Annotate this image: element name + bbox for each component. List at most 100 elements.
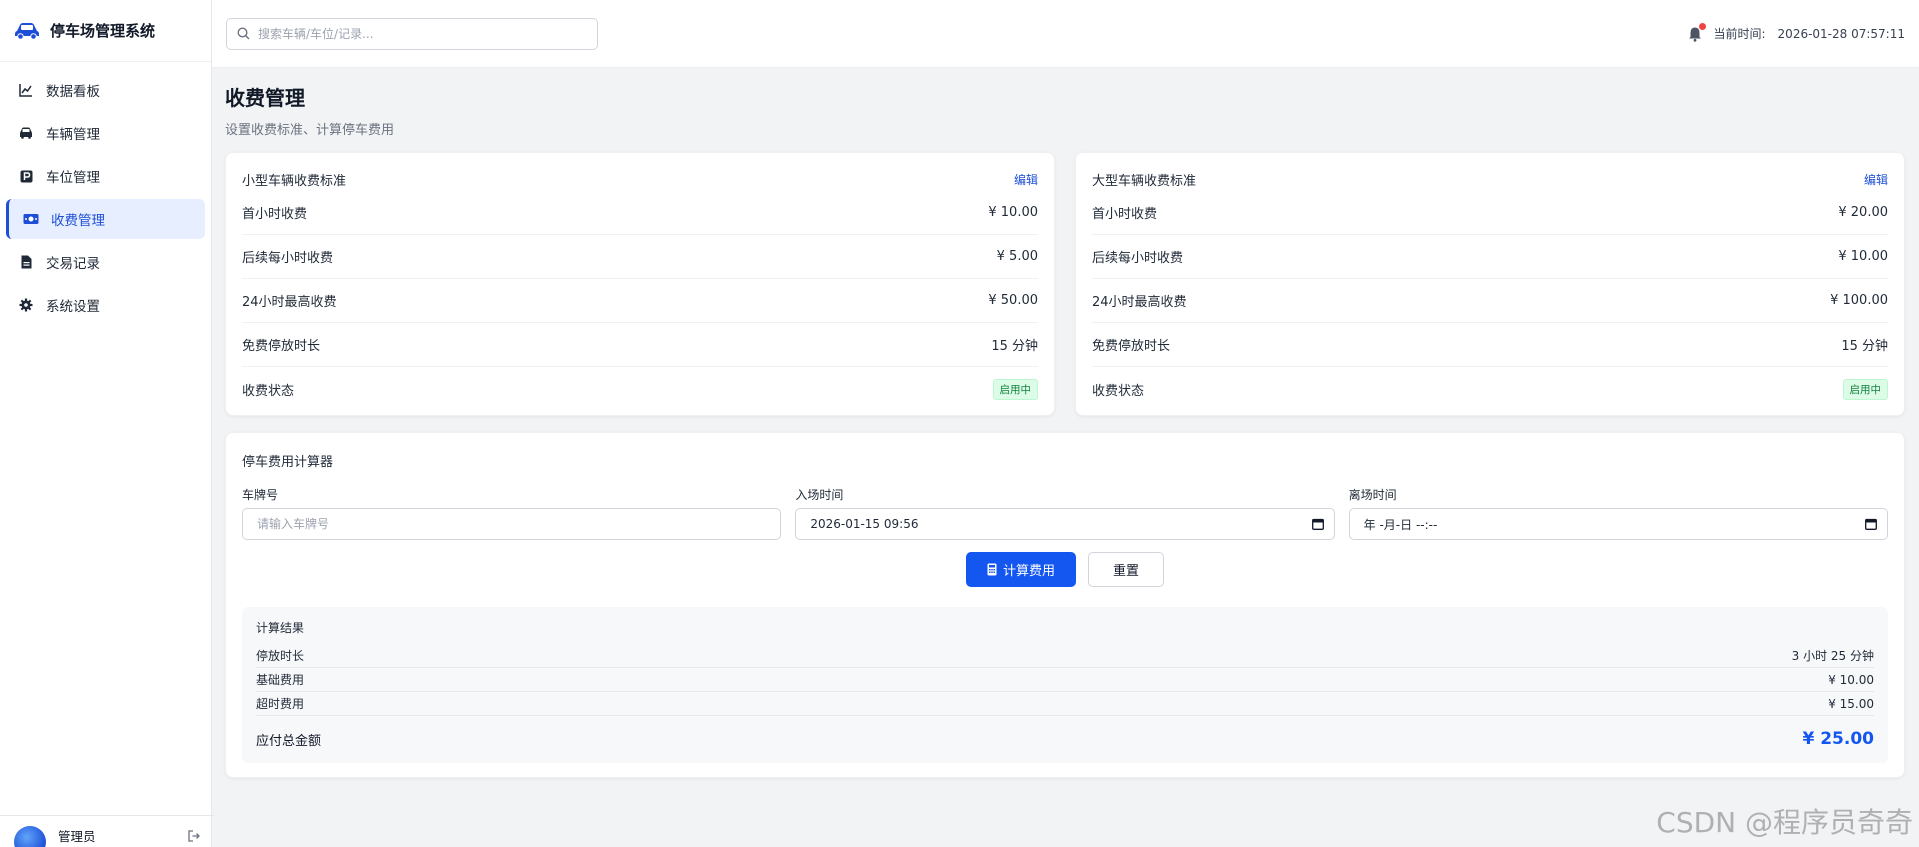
rate-row: 首小时收费 ¥ 10.00 xyxy=(242,191,1038,235)
avatar[interactable] xyxy=(14,826,46,847)
status-badge: 启用中 xyxy=(992,378,1038,400)
exit-time-field: 离场时间 年 -月-日 --:-- xyxy=(1348,486,1888,540)
calculate-fee-button[interactable]: 计算费用 xyxy=(966,552,1076,587)
search-input[interactable] xyxy=(258,26,578,41)
result-row: 超时费用 ¥ 15.00 xyxy=(256,692,1874,716)
exit-time-input[interactable]: 年 -月-日 --:-- xyxy=(1348,508,1888,540)
large-vehicle-rate-card: 大型车辆收费标准 编辑 首小时收费 ¥ 20.00 后续每小时收费 ¥ 10.0… xyxy=(1075,152,1905,416)
edit-small-rate-link[interactable]: 编辑 xyxy=(1014,171,1038,188)
card-title: 停车费用计算器 xyxy=(242,455,334,470)
current-time: 2026-01-28 07:57:11 xyxy=(1777,26,1905,41)
sidebar-item-dashboard[interactable]: 数据看板 xyxy=(6,70,205,110)
bell-icon[interactable] xyxy=(1688,22,1706,42)
plate-field: 车牌号 xyxy=(242,486,782,540)
app-root: 停车场管理系统 数据看板 车辆管理 车位管理 收费管理 交易记录 系统设置 管理… xyxy=(0,0,1919,847)
brand[interactable]: 停车场管理系统 xyxy=(0,0,211,62)
chart-line-icon xyxy=(18,82,34,98)
sidebar-item-label: 系统设置 xyxy=(46,299,100,315)
rate-label: 后续每小时收费 xyxy=(242,251,334,266)
rate-label: 免费停放时长 xyxy=(1092,339,1171,354)
calendar-icon[interactable] xyxy=(1865,518,1877,530)
sidebar-item-label: 数据看板 xyxy=(46,84,100,100)
sidebar-item-settings[interactable]: 系统设置 xyxy=(6,285,205,325)
rate-value: ¥ 10.00 xyxy=(1838,249,1888,264)
rate-cards: 小型车辆收费标准 编辑 首小时收费 ¥ 10.00 后续每小时收费 ¥ 5.00… xyxy=(225,152,1905,416)
status-label: 收费状态 xyxy=(242,383,295,399)
status-badge: 启用中 xyxy=(1842,378,1888,400)
edit-large-rate-link[interactable]: 编辑 xyxy=(1864,171,1888,188)
rate-row: 24小时最高收费 ¥ 50.00 xyxy=(242,279,1038,323)
small-vehicle-rate-card: 小型车辆收费标准 编辑 首小时收费 ¥ 10.00 后续每小时收费 ¥ 5.00… xyxy=(225,152,1055,416)
gear-icon xyxy=(18,297,34,313)
total-amount: ¥ 25.00 xyxy=(1802,729,1874,749)
sidebar-item-label: 收费管理 xyxy=(51,213,105,229)
rate-label: 首小时收费 xyxy=(242,207,308,222)
main-area: 当前时间: 2026-01-28 07:57:11 收费管理 设置收费标准、计算… xyxy=(212,0,1919,847)
sidebar-item-spaces[interactable]: 车位管理 xyxy=(6,156,205,196)
rate-row: 首小时收费 ¥ 20.00 xyxy=(1092,191,1888,235)
rate-value: ¥ 100.00 xyxy=(1830,293,1888,308)
sidebar-item-vehicles[interactable]: 车辆管理 xyxy=(6,113,205,153)
user-bar: 管理员 xyxy=(0,815,214,847)
reset-button[interactable]: 重置 xyxy=(1088,552,1164,587)
rate-label: 24小时最高收费 xyxy=(1092,295,1187,310)
sidebar-item-label: 车位管理 xyxy=(46,170,100,186)
rate-value: ¥ 5.00 xyxy=(996,249,1038,264)
brand-title: 停车场管理系统 xyxy=(50,22,156,40)
money-icon xyxy=(23,211,39,227)
result-title: 计算结果 xyxy=(256,621,305,635)
rate-row: 免费停放时长 15 分钟 xyxy=(1092,323,1888,367)
exit-time-label: 离场时间 xyxy=(1348,488,1397,502)
user-name: 管理员 xyxy=(58,829,96,844)
sidebar: 停车场管理系统 数据看板 车辆管理 车位管理 收费管理 交易记录 系统设置 管理… xyxy=(0,0,214,847)
rate-label: 首小时收费 xyxy=(1092,207,1158,222)
result-label: 超时费用 xyxy=(256,697,305,711)
result-row: 停放时长 3 小时 25 分钟 xyxy=(256,644,1874,668)
rate-value: 15 分钟 xyxy=(991,339,1038,354)
rate-label: 24小时最高收费 xyxy=(242,295,337,310)
top-right: 当前时间: 2026-01-28 07:57:11 xyxy=(1688,22,1905,42)
rate-value: ¥ 50.00 xyxy=(988,293,1038,308)
status-label: 收费状态 xyxy=(1092,383,1145,399)
sidebar-nav: 数据看板 车辆管理 车位管理 收费管理 交易记录 系统设置 xyxy=(0,62,211,336)
car-icon xyxy=(18,125,34,141)
sidebar-item-label: 车辆管理 xyxy=(46,127,100,143)
rate-label: 免费停放时长 xyxy=(242,339,321,354)
rate-row: 免费停放时长 15 分钟 xyxy=(242,323,1038,367)
rate-row: 收费状态 启用中 xyxy=(1092,367,1888,411)
calculator-icon xyxy=(987,563,997,576)
calculation-result: 计算结果 停放时长 3 小时 25 分钟 基础费用 ¥ 10.00 超时费用 ¥… xyxy=(242,607,1888,763)
rate-row: 后续每小时收费 ¥ 5.00 xyxy=(242,235,1038,279)
file-icon xyxy=(18,254,34,270)
result-row: 基础费用 ¥ 10.00 xyxy=(256,668,1874,692)
sidebar-item-transactions[interactable]: 交易记录 xyxy=(6,242,205,282)
rate-value: 15 分钟 xyxy=(1841,339,1888,354)
calculator-form: 车牌号 入场时间 2026-01-15 09:56 离场时间 xyxy=(242,486,1888,540)
logout-icon[interactable] xyxy=(188,830,200,846)
search-box[interactable] xyxy=(226,17,598,50)
result-value: 3 小时 25 分钟 xyxy=(1791,649,1874,663)
rate-row: 24小时最高收费 ¥ 100.00 xyxy=(1092,279,1888,323)
page-content: 收费管理 设置收费标准、计算停车费用 小型车辆收费标准 编辑 首小时收费 ¥ 1… xyxy=(212,68,1919,778)
entry-time-label: 入场时间 xyxy=(795,488,844,502)
result-label: 基础费用 xyxy=(256,673,305,687)
search-icon xyxy=(237,27,250,40)
calendar-icon[interactable] xyxy=(1311,518,1324,530)
entry-time-field: 入场时间 2026-01-15 09:56 xyxy=(795,486,1335,540)
topbar: 当前时间: 2026-01-28 07:57:11 xyxy=(212,0,1919,68)
parking-icon xyxy=(18,168,34,184)
page-title: 收费管理 xyxy=(225,86,305,110)
notification-dot xyxy=(1698,22,1706,30)
total-label: 应付总金额 xyxy=(256,733,322,749)
result-value: ¥ 15.00 xyxy=(1828,696,1874,711)
rate-value: ¥ 10.00 xyxy=(988,205,1038,220)
sidebar-item-billing[interactable]: 收费管理 xyxy=(6,199,205,239)
rate-row: 后续每小时收费 ¥ 10.00 xyxy=(1092,235,1888,279)
plate-label: 车牌号 xyxy=(242,488,279,502)
rate-value: ¥ 20.00 xyxy=(1838,205,1888,220)
plate-input[interactable] xyxy=(257,517,771,531)
fee-calculator-card: 停车费用计算器 车牌号 入场时间 2026-01-15 09:56 xyxy=(225,432,1905,778)
plate-input-box[interactable] xyxy=(242,508,782,540)
result-value: ¥ 10.00 xyxy=(1828,672,1874,687)
entry-time-input[interactable]: 2026-01-15 09:56 xyxy=(795,508,1335,540)
